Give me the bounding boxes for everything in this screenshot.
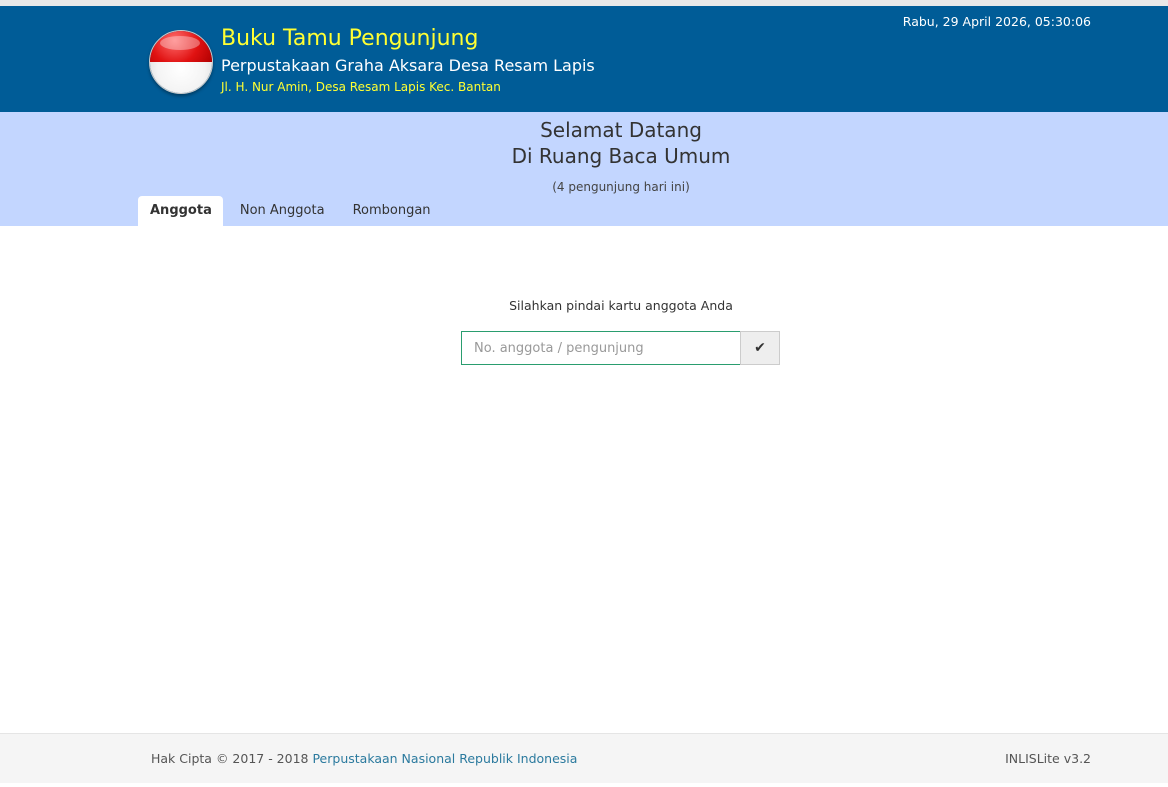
copyright-link[interactable]: Perpustakaan Nasional Republik Indonesia [312,751,577,766]
app-title: Buku Tamu Pengunjung [221,26,479,51]
welcome-heading: Selamat Datang [540,118,702,142]
visitor-type-tabs: Anggota Non Anggota Rombongan [138,196,447,226]
current-datetime: Rabu, 29 April 2026, 05:30:06 [902,14,1091,29]
visitor-count: (4 pengunjung hari ini) [552,180,690,194]
header: Buku Tamu Pengunjung Perpustakaan Graha … [0,6,1168,112]
member-input-group: ✔ [461,331,780,365]
welcome-banner: Selamat Datang Di Ruang Baca Umum (4 pen… [0,112,1168,226]
copyright-text: Hak Cipta © 2017 - 2018 [151,751,313,766]
indonesia-flag-icon [149,30,213,94]
room-name: Di Ruang Baca Umum [511,144,731,168]
checkmark-icon: ✔ [754,340,766,356]
tab-rombongan[interactable]: Rombongan [341,196,442,226]
member-number-input[interactable] [461,331,740,365]
tab-non-anggota[interactable]: Non Anggota [228,196,336,226]
submit-button[interactable]: ✔ [740,331,780,365]
copyright: Hak Cipta © 2017 - 2018 Perpustakaan Nas… [151,751,577,766]
scan-instruction: Silahkan pindai kartu anggota Anda [509,298,733,313]
footer: Hak Cipta © 2017 - 2018 Perpustakaan Nas… [0,733,1168,783]
tab-anggota[interactable]: Anggota [138,196,223,226]
library-name: Perpustakaan Graha Aksara Desa Resam Lap… [221,56,595,75]
app-version: INLISLite v3.2 [1005,751,1091,766]
library-address: Jl. H. Nur Amin, Desa Resam Lapis Kec. B… [221,80,501,94]
